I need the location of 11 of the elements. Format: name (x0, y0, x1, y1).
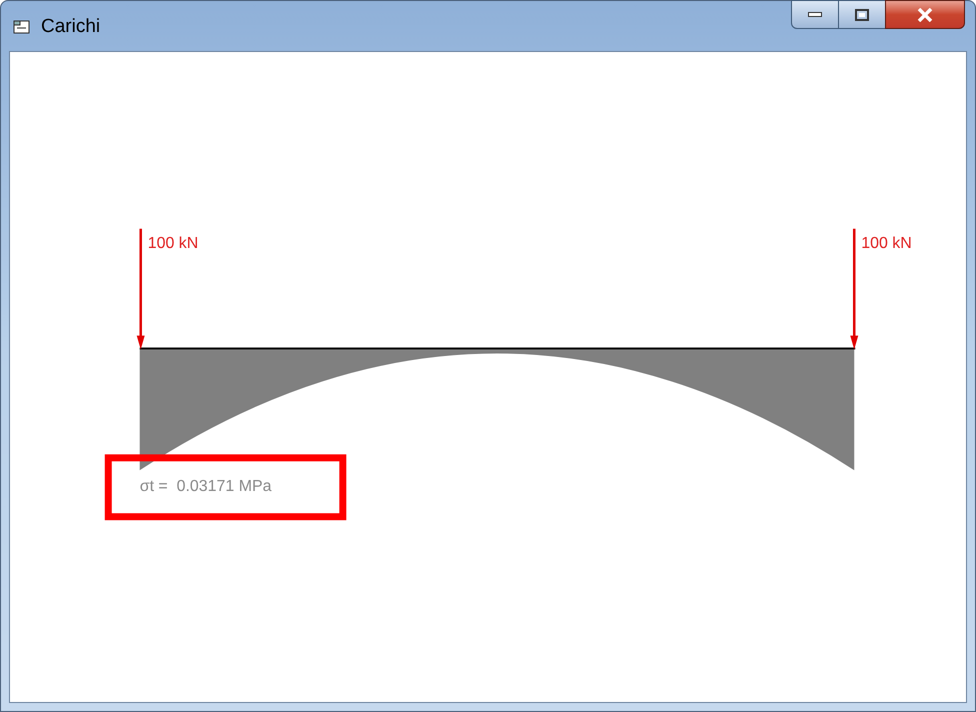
maximize-icon (855, 8, 869, 20)
minimize-button[interactable] (791, 0, 839, 29)
close-button[interactable] (885, 0, 965, 29)
window-title: Carichi (41, 17, 100, 37)
stress-reading: σt = 0.03171 MPa (140, 478, 272, 496)
load-label: 100 kN (148, 234, 198, 252)
maximize-button[interactable] (839, 0, 885, 29)
window-icon (13, 19, 31, 35)
close-icon (917, 8, 933, 22)
minimize-icon (808, 12, 822, 17)
load-label: 100 kN (861, 234, 912, 252)
